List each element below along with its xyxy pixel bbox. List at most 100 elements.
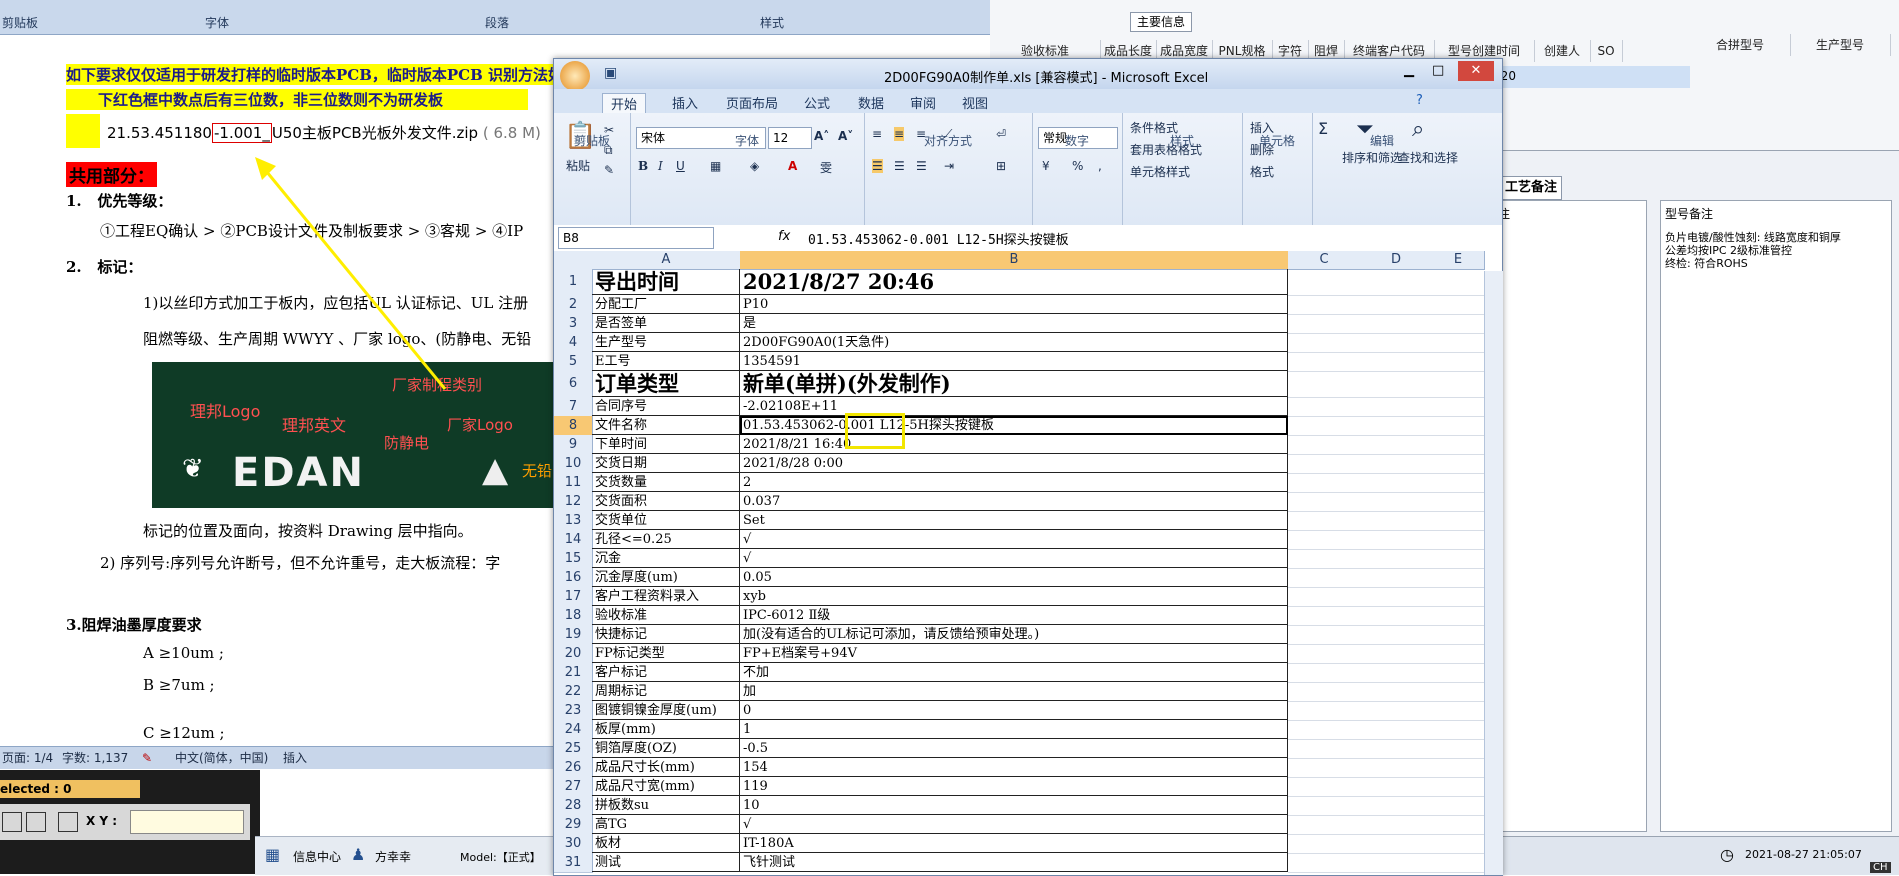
tool-icon-1[interactable] <box>2 812 22 832</box>
cell-empty[interactable] <box>1288 682 1502 702</box>
cell-empty[interactable] <box>1288 333 1502 353</box>
cell-a[interactable]: 生产型号 <box>592 333 740 352</box>
format-painter-icon[interactable]: ✎ <box>604 163 614 177</box>
cell-a[interactable]: 成品尺寸长(mm) <box>592 758 740 777</box>
sheet-grid[interactable]: A B C D E 1 导出时间 2021/8/27 20:46 2 分配工厂 P10 3 是… <box>554 251 1502 875</box>
sheet-row[interactable]: 13 交货单位 Set <box>554 511 1502 531</box>
cell-a[interactable]: 周期标记 <box>592 682 740 701</box>
col-header-d[interactable]: D <box>1360 251 1433 270</box>
fill-color-icon[interactable]: ◈ <box>750 159 759 173</box>
cell-a[interactable]: 订单类型 <box>592 371 740 397</box>
sheet-row[interactable]: 15 沉金 √ <box>554 549 1502 569</box>
cell-b[interactable]: 新单(单拼)(外发制作) <box>740 371 1288 397</box>
select-all[interactable] <box>554 251 593 270</box>
xy-input[interactable] <box>130 810 244 834</box>
row-number[interactable]: 11 <box>554 473 593 493</box>
cell-empty[interactable] <box>1288 720 1502 740</box>
row-number[interactable]: 21 <box>554 663 593 683</box>
sheet-row[interactable]: 9 下单时间 2021/8/21 16:40 <box>554 435 1502 455</box>
row-number[interactable]: 27 <box>554 777 593 797</box>
sheet-row[interactable]: 5 E工号 1354591 <box>554 352 1502 372</box>
sheet-row[interactable]: 26 成品尺寸长(mm) 154 <box>554 758 1502 778</box>
cell-b[interactable]: 2021/8/21 16:40 <box>740 435 1288 454</box>
currency-icon[interactable]: ¥ <box>1042 159 1050 173</box>
minimize-icon[interactable]: ▁ <box>1404 63 1414 78</box>
cell-empty[interactable] <box>1288 568 1502 588</box>
cell-empty[interactable] <box>1288 815 1502 835</box>
side-column-header[interactable]: 合拼型号 <box>1690 34 1791 56</box>
cell-a[interactable]: 图镀铜镍金厚度(um) <box>592 701 740 720</box>
cell-empty[interactable] <box>1288 701 1502 721</box>
row-number[interactable]: 4 <box>554 333 593 353</box>
cell-b[interactable]: √ <box>740 815 1288 834</box>
sheet-row[interactable]: 19 快捷标记 加(没有适合的UL标记可添加，请反馈给预审处理。) <box>554 625 1502 645</box>
row-number[interactable]: 23 <box>554 701 593 721</box>
cell-a[interactable]: 交货面积 <box>592 492 740 511</box>
col-header-b[interactable]: B <box>740 251 1289 270</box>
cell-empty[interactable] <box>1288 435 1502 455</box>
cell-a[interactable]: 成品尺寸宽(mm) <box>592 777 740 796</box>
cell-b[interactable]: 2021/8/27 20:46 <box>740 269 1288 295</box>
fx-icon[interactable]: fx <box>778 229 790 244</box>
cell-a[interactable]: 交货日期 <box>592 454 740 473</box>
align-right-icon[interactable]: ☰ <box>916 159 927 173</box>
sheet-row[interactable]: 22 周期标记加 <box>554 682 1502 702</box>
cell-a[interactable]: 沉金 <box>592 549 740 568</box>
cell-empty[interactable] <box>1288 644 1502 664</box>
cell-empty[interactable] <box>1288 587 1502 607</box>
cell-b[interactable]: 119 <box>740 777 1288 796</box>
close-icon[interactable]: ✕ <box>1458 61 1494 81</box>
cell-empty[interactable] <box>1288 530 1502 550</box>
cell-a[interactable]: 板厚(mm) <box>592 720 740 739</box>
cell-empty[interactable] <box>1288 473 1502 493</box>
cell-b[interactable]: IT-180A <box>740 834 1288 853</box>
tab-view[interactable]: 视图 <box>962 93 988 112</box>
cell-empty[interactable] <box>1288 314 1502 334</box>
cell-style-button[interactable]: 单元格样式 <box>1130 163 1190 180</box>
find-select-button[interactable]: 查找和选择 <box>1398 149 1458 166</box>
sheet-row[interactable]: 16 沉金厚度(um) 0.05 <box>554 568 1502 588</box>
cell-empty[interactable] <box>1288 834 1502 854</box>
cell-b[interactable]: 2 <box>740 473 1288 492</box>
tab-data[interactable]: 数据 <box>858 93 884 112</box>
sheet-row[interactable]: 8 文件名称 01.53.453062-0.001 L12-5H探头按键板 <box>554 416 1502 436</box>
cell-empty[interactable] <box>1288 416 1502 436</box>
cell-a[interactable]: 合同序号 <box>592 397 740 416</box>
cell-b[interactable]: 不加 <box>740 663 1288 682</box>
maximize-icon[interactable]: □ <box>1432 63 1444 78</box>
sheet-row[interactable]: 25 铜箔厚度(OZ) -0.5 <box>554 739 1502 759</box>
row-number[interactable]: 7 <box>554 397 593 417</box>
row-number[interactable]: 1 <box>554 269 593 296</box>
cell-b[interactable]: -2.02108E+11 <box>740 397 1288 416</box>
row-number[interactable]: 6 <box>554 371 593 398</box>
cell-empty[interactable] <box>1288 371 1502 398</box>
sheet-row[interactable]: 7 合同序号 -2.02108E+11 <box>554 397 1502 417</box>
sheet-row[interactable]: 30 板材 IT-180A <box>554 834 1502 854</box>
cell-empty[interactable] <box>1288 352 1502 372</box>
sheet-row[interactable]: 27 成品尺寸宽(mm) 119 <box>554 777 1502 797</box>
sort-filter-button[interactable]: 排序和筛选 <box>1342 149 1402 166</box>
col-header-c[interactable]: C <box>1288 251 1361 270</box>
sheet-row[interactable]: 10 交货日期 2021/8/28 0:00 <box>554 454 1502 474</box>
tab-formulas[interactable]: 公式 <box>804 93 830 112</box>
column-header[interactable]: SO <box>1590 40 1623 62</box>
cell-a[interactable]: 孔径<=0.25 <box>592 530 740 549</box>
cell-a[interactable]: 拼板数su <box>592 796 740 815</box>
row-number[interactable]: 31 <box>554 853 593 873</box>
format-cells-button[interactable]: 格式 <box>1250 163 1274 180</box>
row-number[interactable]: 12 <box>554 492 593 512</box>
row-number[interactable]: 2 <box>554 295 593 315</box>
cell-empty[interactable] <box>1288 511 1502 531</box>
cell-b[interactable]: 0 <box>740 701 1288 720</box>
cell-empty[interactable] <box>1288 454 1502 474</box>
sheet-row[interactable]: 29 高TG √ <box>554 815 1502 835</box>
cell-a[interactable]: 快捷标记 <box>592 625 740 644</box>
row-number[interactable]: 19 <box>554 625 593 645</box>
cell-a[interactable]: 验收标准 <box>592 606 740 625</box>
sheet-row[interactable]: 2 分配工厂 P10 <box>554 295 1502 315</box>
cell-a[interactable]: 是否签单 <box>592 314 740 333</box>
cell-empty[interactable] <box>1288 549 1502 569</box>
sheet-row[interactable]: 28 拼板数su 10 <box>554 796 1502 816</box>
cell-b[interactable]: 是 <box>740 314 1288 333</box>
bold-icon[interactable]: B <box>638 159 648 173</box>
